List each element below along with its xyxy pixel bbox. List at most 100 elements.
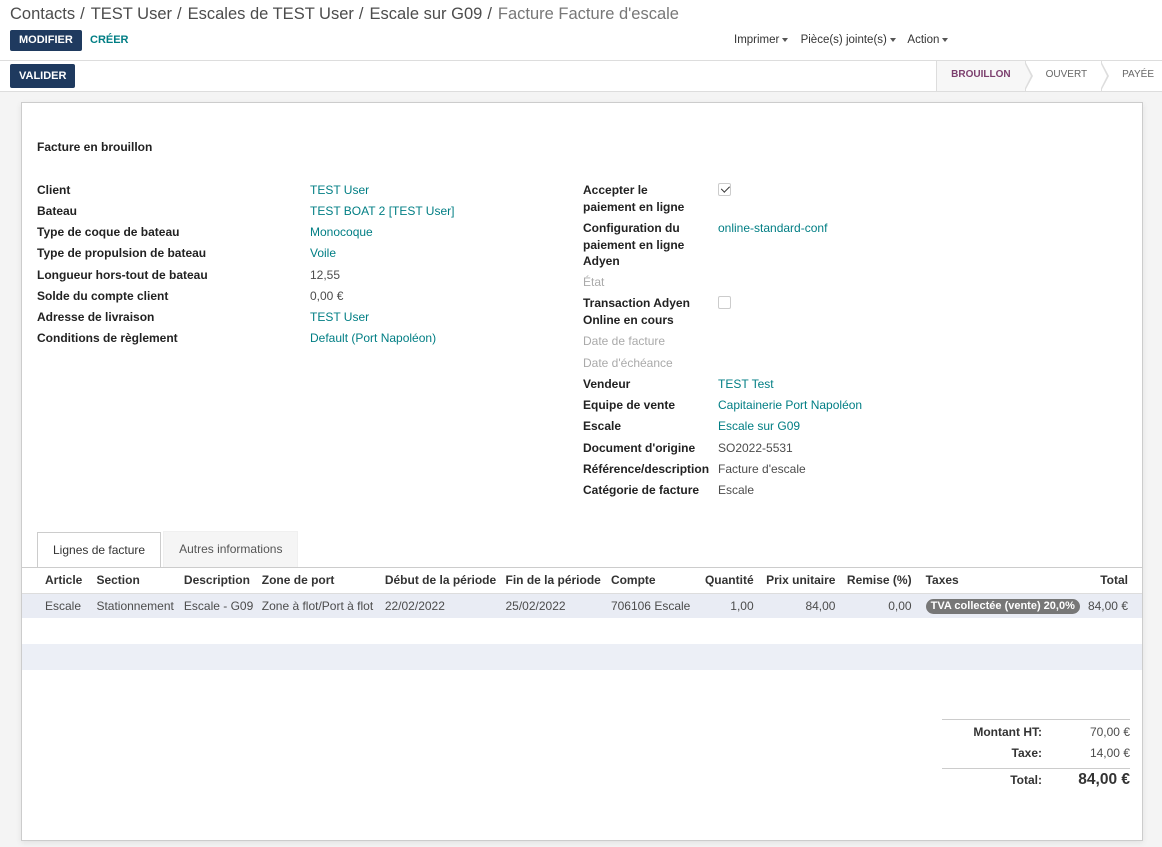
boat-link[interactable]: TEST BOAT 2 [TEST User] [310,203,454,220]
stage-paid: PAYÉE [1101,61,1162,91]
tab-other-info[interactable]: Autres informations [163,531,299,567]
sidebar-menus: Imprimer Pièce(s) jointe(s) Action [734,34,957,46]
field-label: Conditions de règlement [37,331,178,345]
breadcrumb-test-user[interactable]: TEST User [91,5,172,23]
create-button[interactable]: CRÉER [81,30,138,51]
field-label: Equipe de vente [583,398,676,412]
table-empty-row [22,670,1142,696]
field-label: Accepter le paiement en ligne [583,183,685,214]
field-state: État [583,274,718,291]
field-label: Date d'échéance [583,356,673,370]
column-header[interactable]: Total [1083,568,1142,594]
cell-description: Escale - G09 [183,598,254,613]
status-stages: BROUILLON OUVERT PAYÉE [936,61,1162,91]
field-due-date: Date d'échéance [583,355,718,372]
field-label: Référence/description [583,462,710,476]
field-origin: Document d'origine SO2022-5531 [583,440,793,457]
client-link[interactable]: TEST User [310,182,369,199]
column-header[interactable]: Section [92,568,180,594]
table-header-row: Article Section Description Zone de port… [22,568,1142,594]
column-header[interactable]: Fin de la période [501,568,607,594]
attachments-menu-label: Pièce(s) jointe(s) [800,34,887,46]
field-boat: Bateau TEST BOAT 2 [TEST User] [37,203,454,220]
stage-label: PAYÉE [1122,69,1154,80]
adyen-config-link[interactable]: online-standard-conf [718,220,827,270]
field-label: Escale [583,419,622,433]
stage-arrow [1100,61,1110,91]
field-label: Date de facture [583,334,666,348]
breadcrumb-separator: / [358,5,364,23]
field-invoice-date: Date de facture [583,333,718,350]
tax-badge: TVA collectée (vente) 20,0% [925,598,1080,614]
stage-label: BROUILLON [951,69,1011,80]
column-header[interactable]: Prix unitaire [757,568,840,594]
total-label: Total: [1010,773,1042,787]
stage-open: OUVERT [1024,61,1110,91]
field-salesperson: Vendeur TEST Test [583,376,774,393]
field-payment-terms: Conditions de règlement Default (Port Na… [37,330,436,347]
status-bar: VALIDER BROUILLON OUVERT PAYÉE [0,61,1162,92]
propulsion-type-link[interactable]: Voile [310,245,336,262]
cell-taxes: TVA collectée (vente) 20,0% [916,593,1084,618]
stopover-link[interactable]: Escale sur G09 [718,418,800,435]
breadcrumb: Contacts / TEST User / Escales de TEST User /… [10,5,679,24]
table-empty-row [22,618,1142,644]
field-sales-team: Equipe de vente Capitainerie Port Napolé… [583,397,862,414]
breadcrumb-stopovers[interactable]: Escales de TEST User [188,5,354,23]
breadcrumb-current: Facture Facture d'escale [497,5,679,23]
edit-button[interactable]: MODIFIER [10,30,82,51]
form-title: Facture en brouillon [37,140,153,154]
column-header[interactable]: Description [179,568,258,594]
field-label: Adresse de livraison [37,310,155,324]
boat-length-value: 12,55 [310,268,341,282]
hull-type-link[interactable]: Monocoque [310,224,373,241]
total-row: Total: 84,00 € [942,768,1130,792]
column-header[interactable]: Taxes [915,568,1084,594]
table-empty-row [22,644,1142,670]
tab-invoice-lines[interactable]: Lignes de facture [37,532,162,568]
field-category: Catégorie de facture Escale [583,482,754,499]
sales-team-link[interactable]: Capitainerie Port Napoléon [718,397,862,414]
field-client: Client TEST User [37,182,369,199]
field-propulsion-type: Type de propulsion de bateau Voile [37,245,336,262]
print-menu[interactable]: Imprimer [734,34,789,46]
column-header[interactable]: Zone de port [257,568,381,594]
cell-unit-price: 84,00 [805,598,836,613]
validate-button[interactable]: VALIDER [10,64,76,88]
form-sheet: Facture en brouillon Client TEST User Ba… [21,102,1143,841]
breadcrumb-stopover[interactable]: Escale sur G09 [370,5,483,23]
attachments-menu[interactable]: Pièce(s) jointe(s) [801,34,896,46]
action-menu[interactable]: Action [907,34,949,46]
field-label: Type de propulsion de bateau [37,246,207,260]
adyen-transaction-checkbox[interactable] [718,296,731,309]
breadcrumb-separator: / [177,5,182,23]
column-header[interactable]: Article [22,568,93,594]
field-label: Solde du compte client [37,289,169,303]
payment-terms-link[interactable]: Default (Port Napoléon) [310,330,436,347]
salesperson-link[interactable]: TEST Test [718,376,774,393]
field-adyen-config: Configuration du paiement en ligne Adyen… [583,220,827,270]
cell-section: Stationnement [96,598,174,613]
table-row[interactable]: Escale Stationnement Escale - G09 Zone à… [22,593,1142,618]
field-adyen-transaction: Transaction Adyen Online en cours [583,295,731,328]
column-header[interactable]: Remise (%) [839,568,916,594]
breadcrumb-contacts[interactable]: Contacts [10,5,75,23]
field-online-payment: Accepter le paiement en ligne [583,182,731,215]
tax-amount-label: Taxe: [1011,746,1042,760]
cell-discount: 0,00 [888,598,912,613]
column-header[interactable]: Quantité [694,568,758,594]
field-stopover: Escale Escale sur G09 [583,418,800,435]
field-label: Longueur hors-tout de bateau [37,268,208,282]
column-header[interactable]: Compte [606,568,695,594]
delivery-address-link[interactable]: TEST User [310,309,369,326]
caret-down-icon [942,37,949,42]
print-menu-label: Imprimer [734,34,780,46]
category-value: Escale [718,483,755,497]
cell-zone: Zone à flot/Port à flot [261,598,374,613]
field-label: Catégorie de facture [583,483,700,497]
column-header[interactable]: Début de la période [380,568,502,594]
online-payment-checkbox[interactable] [718,183,731,196]
breadcrumb-separator: / [487,5,492,23]
